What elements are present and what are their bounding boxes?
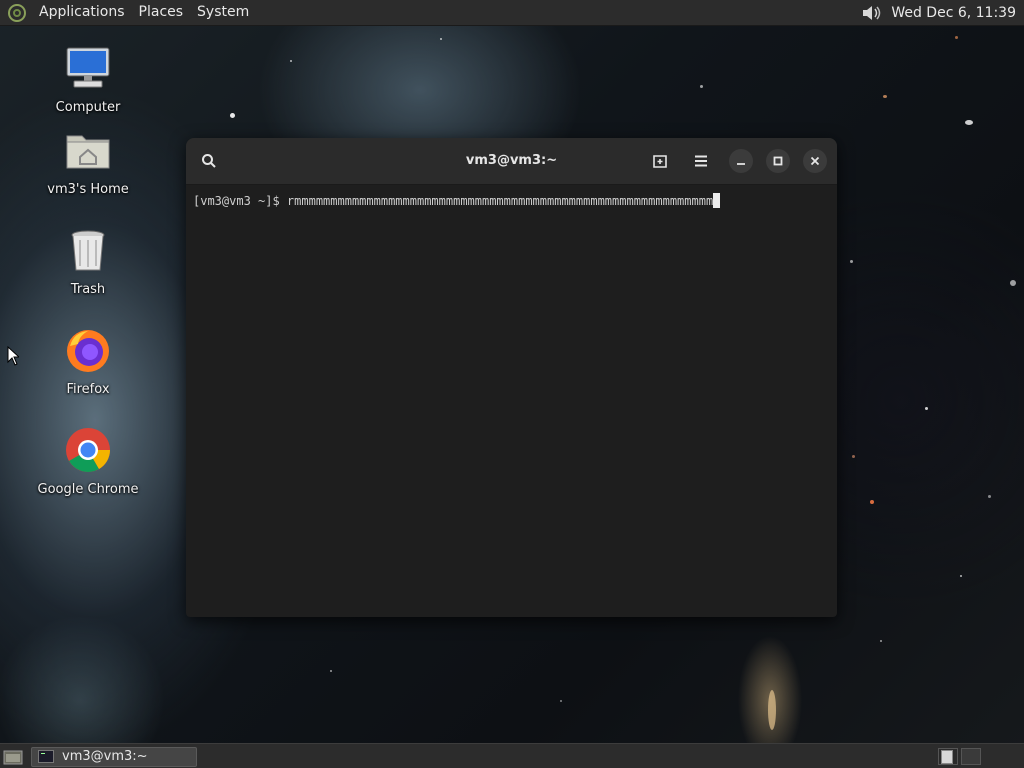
desktop-icon-label: Google Chrome (37, 482, 139, 497)
firefox-icon (67, 330, 109, 372)
volume-icon[interactable] (861, 3, 883, 23)
terminal-header[interactable]: vm3@vm3:~ (186, 138, 837, 185)
desktop-icon-label: Computer (55, 100, 121, 115)
workspace-switcher[interactable] (938, 748, 984, 765)
home-folder-icon (66, 135, 110, 169)
desktop-icon-chrome[interactable]: Google Chrome (33, 426, 143, 497)
minimize-icon[interactable] (729, 149, 753, 173)
mouse-pointer-icon (7, 346, 19, 366)
search-icon[interactable] (197, 149, 221, 173)
hamburger-menu-icon[interactable] (689, 149, 713, 173)
menu-applications[interactable]: Applications (32, 0, 132, 25)
desktop-icon-label: Firefox (66, 382, 110, 397)
terminal-content[interactable]: [vm3@vm3 ~]$ rmmmmmmmmmmmmmmmmmmmmmmmmmm… (186, 185, 837, 216)
terminal-window[interactable]: vm3@vm3:~ [vm3@vm3 ~]$ rmmmmmmmmmmmmmmmm… (186, 138, 837, 617)
new-tab-icon[interactable] (648, 149, 672, 173)
desktop-icon-trash[interactable]: Trash (33, 226, 143, 297)
terminal-cursor (713, 193, 721, 208)
desktop-icon-firefox[interactable]: Firefox (33, 326, 143, 397)
top-menu: Applications Places System (0, 0, 256, 25)
workspace-1[interactable] (938, 748, 958, 765)
chrome-icon (66, 428, 110, 472)
show-desktop-icon[interactable] (3, 749, 23, 765)
bottom-panel: vm3@vm3:~ (0, 743, 1024, 768)
desktop-icon-label: vm3's Home (47, 182, 129, 197)
close-icon[interactable] (803, 149, 827, 173)
top-panel: Applications Places System Wed Dec 6, 11… (0, 0, 1024, 26)
menu-system[interactable]: System (190, 0, 256, 25)
terminal-icon (38, 750, 54, 763)
trash-icon (71, 230, 105, 271)
maximize-icon[interactable] (766, 149, 790, 173)
terminal-prompt: [vm3@vm3 ~]$ (193, 194, 287, 208)
taskbar-terminal-button[interactable]: vm3@vm3:~ (31, 746, 197, 767)
desktop-icon-home[interactable]: vm3's Home (33, 126, 143, 197)
terminal-command: rmmmmmmmmmmmmmmmmmmmmmmmmmmmmmmmmmmmmmmm… (286, 194, 714, 208)
menu-places[interactable]: Places (132, 0, 191, 25)
desktop-icon-computer[interactable]: Computer (33, 44, 143, 115)
clock[interactable]: Wed Dec 6, 11:39 (891, 5, 1024, 21)
desktop-icon-label: Trash (70, 282, 106, 297)
task-label: vm3@vm3:~ (62, 749, 148, 764)
workspace-2[interactable] (961, 748, 981, 765)
computer-icon (66, 47, 110, 88)
distro-logo-icon[interactable] (8, 3, 26, 22)
